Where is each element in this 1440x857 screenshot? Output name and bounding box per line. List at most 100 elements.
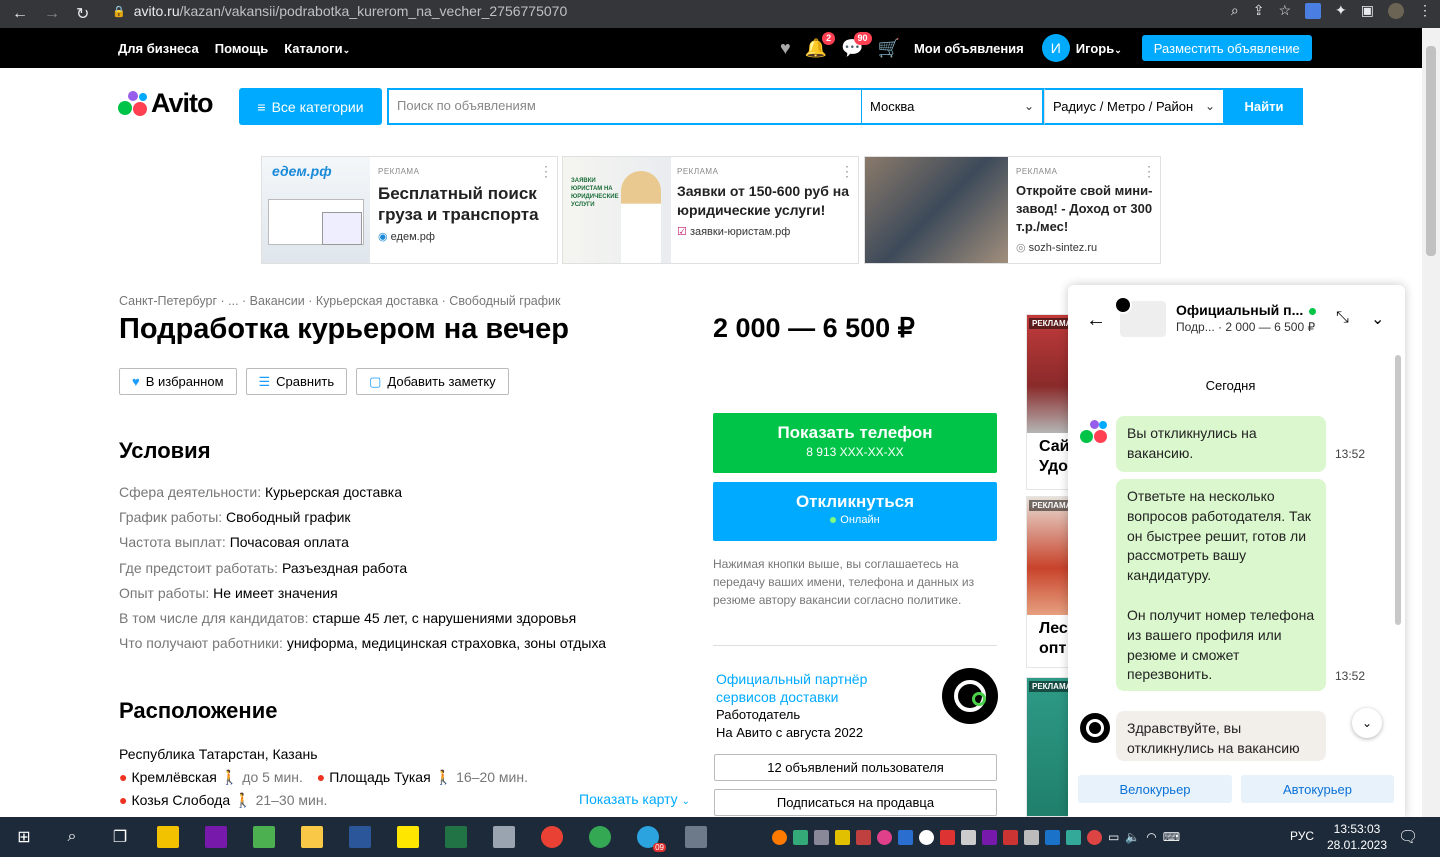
tray-window-icon[interactable] bbox=[961, 829, 976, 845]
ad-banner-1[interactable]: едем.рф РЕКЛАМА Бесплатный поиск груза и… bbox=[261, 156, 558, 264]
sidepanel-icon[interactable]: ▣ bbox=[1361, 2, 1374, 19]
clock[interactable]: 13:53:03 28.01.2023 bbox=[1322, 821, 1392, 853]
app-tool-icon[interactable] bbox=[480, 817, 528, 857]
subscribe-button[interactable]: Подписаться на продавца bbox=[714, 789, 997, 816]
my-ads-link[interactable]: Мои объявления bbox=[914, 41, 1024, 56]
tray-disk-icon[interactable] bbox=[856, 829, 871, 845]
check-icon: ☑ bbox=[677, 226, 687, 238]
quick-reply-chip[interactable]: Велокурьер bbox=[1078, 775, 1232, 803]
search-icon[interactable]: ⌕ bbox=[48, 817, 96, 857]
chrome-profile-icon[interactable] bbox=[576, 817, 624, 857]
ad-banner-2[interactable]: ЗАЯВКИ ЮРИСТАМ НА ЮРИДИЧЕСКИЕ УСЛУГИ РЕК… bbox=[562, 156, 859, 264]
back-icon[interactable]: ← bbox=[12, 5, 28, 23]
tray-shield-icon[interactable] bbox=[793, 829, 808, 845]
zoom-icon[interactable]: ⌕ bbox=[1231, 2, 1239, 19]
page-scrollbar[interactable] bbox=[1422, 28, 1440, 817]
tray-music-icon[interactable] bbox=[877, 829, 892, 845]
excel-icon[interactable] bbox=[432, 817, 480, 857]
post-ad-button[interactable]: Разместить объявление bbox=[1141, 35, 1312, 61]
notifications-bell-icon[interactable]: 🔔 2 bbox=[805, 31, 836, 59]
seller-logo[interactable] bbox=[942, 668, 998, 724]
avito-logo[interactable]: Avito bbox=[118, 88, 213, 119]
scrollbar-thumb[interactable] bbox=[1426, 46, 1436, 256]
tray-monitor-icon[interactable] bbox=[814, 829, 829, 845]
link-help[interactable]: Помощь bbox=[215, 41, 268, 56]
task-view-icon[interactable]: ❐ bbox=[96, 817, 144, 857]
find-button[interactable]: Найти bbox=[1225, 88, 1303, 125]
tray-app-icon[interactable] bbox=[772, 829, 787, 845]
show-phone-button[interactable]: Показать телефон 8 913 XXX-XX-XX bbox=[713, 413, 997, 473]
keyboard-icon[interactable]: ⌨ bbox=[1163, 830, 1180, 844]
chevron-down-icon[interactable]: ⌄ bbox=[1371, 309, 1384, 329]
windows-start-icon[interactable]: ⊞ bbox=[0, 817, 48, 857]
volume-icon[interactable]: 🔈 bbox=[1125, 830, 1140, 844]
scroll-down-button[interactable]: ⌄ bbox=[1352, 708, 1382, 738]
favorites-heart-icon[interactable]: ♥ bbox=[780, 38, 791, 59]
sticky-notes-icon[interactable] bbox=[384, 817, 432, 857]
extensions-puzzle-icon[interactable]: ✦ bbox=[1335, 2, 1347, 19]
arrow-left-icon[interactable]: ← bbox=[1086, 309, 1106, 332]
tray-fx-icon[interactable] bbox=[1045, 829, 1060, 845]
telegram-icon[interactable]: 09 bbox=[624, 817, 672, 857]
ad-more-icon[interactable]: ⋮ bbox=[1142, 163, 1156, 180]
add-note-button[interactable]: ▢ Добавить заметку bbox=[356, 368, 509, 395]
forward-icon[interactable]: → bbox=[44, 5, 60, 23]
user-name-menu[interactable]: Игорь⌄ bbox=[1076, 41, 1122, 56]
tray-check-icon[interactable] bbox=[835, 829, 850, 845]
seller-name-line2[interactable]: сервисов доставки bbox=[716, 688, 867, 706]
wifi-icon[interactable]: ◠ bbox=[1146, 830, 1156, 844]
onenote-icon[interactable] bbox=[192, 817, 240, 857]
favorite-button[interactable]: ♥ В избранном bbox=[119, 368, 237, 395]
compare-button[interactable]: ☰ Сравнить bbox=[245, 368, 348, 395]
link-business[interactable]: Для бизнеса bbox=[118, 41, 199, 56]
language-indicator[interactable]: РУС bbox=[1290, 829, 1314, 843]
tray-camera-icon[interactable] bbox=[940, 829, 955, 845]
all-categories-button[interactable]: ≡ Все категории bbox=[239, 88, 382, 125]
notification-center-icon[interactable]: 🗨 bbox=[1398, 827, 1418, 847]
ad-banner-3[interactable]: РЕКЛАМА Откройте свой мини-завод! - Дохо… bbox=[864, 156, 1161, 264]
radius-select[interactable]: Радиус / Метро / Район ⌄ bbox=[1044, 88, 1225, 125]
address-bar[interactable]: 🔒 avito.ru/kazan/vakansii/podrabotka_kur… bbox=[112, 0, 567, 22]
menu-kebab-icon[interactable]: ⋮ bbox=[1418, 2, 1432, 19]
reload-icon[interactable]: ↻ bbox=[76, 4, 89, 24]
app-editor-icon[interactable] bbox=[240, 817, 288, 857]
share-icon[interactable]: ⇪ bbox=[1253, 2, 1265, 19]
messages-icon[interactable]: 💬 90 bbox=[841, 31, 872, 59]
chat-scrollbar[interactable] bbox=[1395, 355, 1401, 625]
city-select[interactable]: Москва ⌄ bbox=[862, 88, 1044, 125]
ad-more-icon[interactable]: ⋮ bbox=[840, 163, 854, 180]
tray-app4-icon[interactable] bbox=[1066, 829, 1081, 845]
show-map-link[interactable]: Показать карту ⌄ bbox=[579, 791, 690, 807]
calculator-icon[interactable] bbox=[672, 817, 720, 857]
chrome-icon[interactable] bbox=[528, 817, 576, 857]
seller-name-line1[interactable]: Официальный партнёр bbox=[716, 670, 867, 688]
breadcrumb[interactable]: Санкт-Петербург · ... · Вакансии · Курье… bbox=[119, 294, 560, 308]
profile-avatar-icon[interactable] bbox=[1388, 2, 1404, 19]
tray-onenote-icon[interactable] bbox=[982, 829, 997, 845]
tray-browser-icon[interactable] bbox=[919, 829, 934, 845]
ad-more-icon[interactable]: ⋮ bbox=[539, 163, 553, 180]
condition-value: старше 45 лет, с нарушениями здоровья bbox=[312, 610, 577, 627]
word-icon[interactable] bbox=[336, 817, 384, 857]
app-notes-icon[interactable] bbox=[144, 817, 192, 857]
tray-app5-icon[interactable] bbox=[1087, 829, 1102, 845]
tray-app3-icon[interactable] bbox=[1024, 829, 1039, 845]
user-avatar[interactable]: И bbox=[1041, 34, 1070, 62]
search-input[interactable]: Поиск по объявлениям bbox=[387, 88, 863, 125]
file-explorer-icon[interactable] bbox=[288, 817, 336, 857]
walk-icon: 🚶 bbox=[234, 792, 252, 808]
expand-icon[interactable]: ⤡ bbox=[1336, 309, 1349, 327]
user-ads-button[interactable]: 12 объявлений пользователя bbox=[714, 754, 997, 781]
quick-reply-chip[interactable]: Автокурьер bbox=[1241, 775, 1394, 803]
bookmark-star-icon[interactable]: ☆ bbox=[1278, 2, 1291, 19]
translate-extension-icon[interactable] bbox=[1305, 2, 1322, 19]
tray-snip-icon[interactable] bbox=[898, 829, 913, 845]
respond-button[interactable]: Откликнуться Онлайн bbox=[713, 482, 997, 541]
battery-icon[interactable]: ▭ bbox=[1108, 830, 1119, 844]
avatar-dot bbox=[1080, 430, 1093, 443]
link-catalogs[interactable]: Каталоги⌄ bbox=[284, 41, 350, 56]
seller-avatar bbox=[1080, 713, 1110, 743]
tray-app2-icon[interactable] bbox=[1003, 829, 1018, 845]
chat-contact-name[interactable]: Официальный п... bbox=[1176, 302, 1317, 318]
cart-icon[interactable]: 🛒 bbox=[878, 38, 900, 59]
